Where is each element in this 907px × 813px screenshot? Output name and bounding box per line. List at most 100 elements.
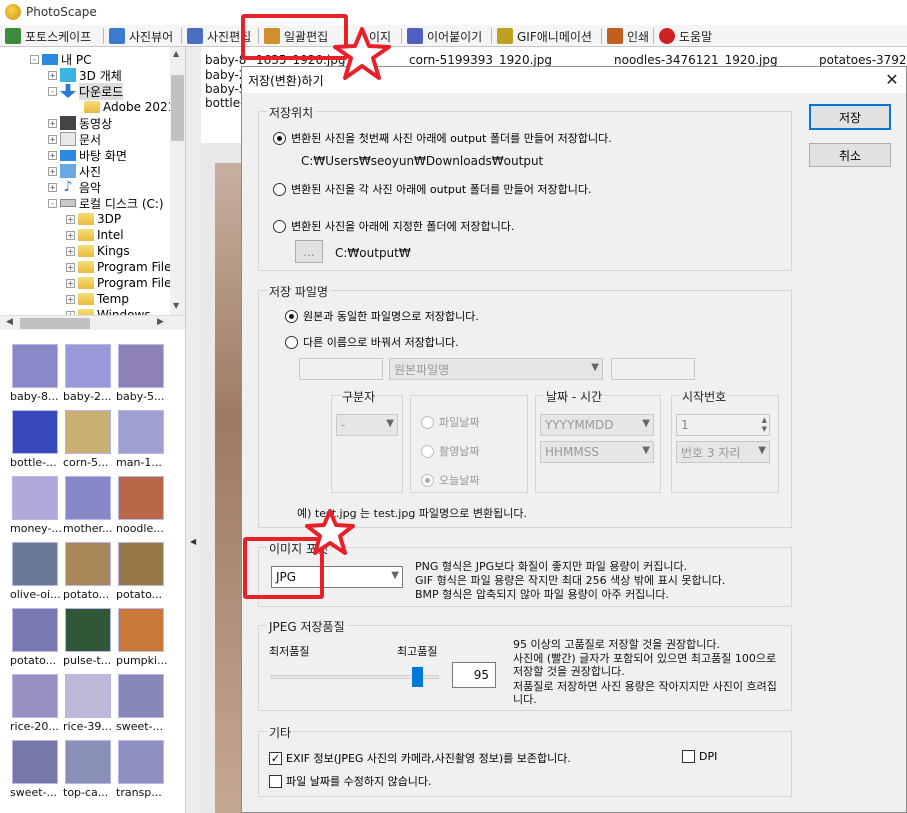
date-option-today[interactable]: 오늘날짜 xyxy=(421,472,479,488)
thumbnail-item[interactable]: baby-2... xyxy=(63,344,113,403)
base-name-combo[interactable]: 원본파일명 ▼ xyxy=(389,358,603,380)
tree-item-videos[interactable]: + 동영상 xyxy=(48,115,112,131)
scroll-thumb[interactable] xyxy=(20,318,90,329)
tree-item-program-files[interactable]: + Program File xyxy=(66,259,172,275)
tree-item-music[interactable]: + ♪ 음악 xyxy=(48,179,101,195)
quality-value-field[interactable]: 95 xyxy=(452,662,496,688)
tab-gif-animation[interactable]: GIF애니메이션 xyxy=(494,25,592,47)
thumbnail-item[interactable]: rice-39... xyxy=(63,674,113,733)
location-option-each-photo[interactable]: 변환된 사진을 각 사진 아래에 output 폴더를 만들어 저장합니다. xyxy=(273,181,592,197)
panel-splitter[interactable]: ◀ xyxy=(185,47,201,813)
tab-photoscape[interactable]: 포토스케이프 xyxy=(2,25,91,47)
tree-item-3dp[interactable]: +3DP xyxy=(66,211,121,227)
thumbnail-item[interactable]: mother... xyxy=(63,476,113,535)
date-option-shot[interactable]: 촬영날짜 xyxy=(421,443,479,459)
collapse-icon[interactable]: - xyxy=(48,86,57,96)
thumbnail-item[interactable]: pulse-t... xyxy=(63,608,113,667)
expand-icon[interactable]: + xyxy=(48,166,57,176)
file-item[interactable]: noodles-3476121_1920.jpg xyxy=(614,53,778,67)
thumbnail-item[interactable]: potato... xyxy=(10,608,60,667)
radio-label: 파일날짜 xyxy=(439,416,480,429)
expand-icon[interactable]: + xyxy=(48,134,57,144)
start-number-stepper[interactable]: 1 ▲ ▼ xyxy=(676,414,770,436)
thumbnail-item[interactable]: top-ca... xyxy=(63,740,113,799)
expand-icon[interactable]: + xyxy=(66,214,75,224)
tree-item-downloads[interactable]: - 다운로드 xyxy=(48,82,124,100)
expand-icon[interactable]: + xyxy=(48,118,57,128)
expand-icon[interactable]: + xyxy=(66,278,75,288)
expand-icon[interactable]: + xyxy=(66,262,75,272)
location-option-first-photo[interactable]: 변환된 사진을 첫번째 사진 아래에 output 폴더를 만들어 저장합니다. xyxy=(273,130,612,146)
thumbnail-item[interactable]: olive-oi... xyxy=(10,542,61,601)
tree-vertical-scrollbar[interactable]: ▲ ▼ xyxy=(170,47,185,317)
thumbnail-image xyxy=(118,542,164,586)
thumbnail-item[interactable]: rice-20... xyxy=(10,674,60,733)
thumbnail-item[interactable]: sweet-... xyxy=(10,740,60,799)
expand-icon[interactable]: + xyxy=(66,294,75,304)
tree-item-documents[interactable]: + 문서 xyxy=(48,131,101,147)
tree-item-pictures[interactable]: + 사진 xyxy=(48,163,101,179)
digits-combo[interactable]: 번호 3 자리 ▼ xyxy=(676,441,770,463)
thumbnail-item[interactable]: money-... xyxy=(10,476,62,535)
spinner-arrows-icon[interactable]: ▲ ▼ xyxy=(762,416,767,434)
scroll-right-icon[interactable]: ▶ xyxy=(157,317,164,327)
file-item[interactable]: bottle- xyxy=(205,96,244,110)
suffix-input[interactable] xyxy=(611,358,695,380)
thumbnail-item[interactable]: man-1... xyxy=(116,410,166,469)
tree-item-3d-objects[interactable]: +3D 개체 xyxy=(48,67,122,83)
thumbnail-item[interactable]: baby-8... xyxy=(10,344,60,403)
quality-slider-thumb[interactable] xyxy=(412,667,424,687)
tab-viewer[interactable]: 사진뷰어 xyxy=(106,25,173,47)
expand-icon[interactable]: + xyxy=(48,70,57,80)
thumbnail-item[interactable]: baby-5... xyxy=(116,344,166,403)
expand-icon[interactable]: + xyxy=(48,182,57,192)
thumbnail-item[interactable]: noodle... xyxy=(116,476,166,535)
location-option-custom-folder[interactable]: 변환된 사진을 아래에 지정한 폴더에 저장합니다. xyxy=(273,218,514,234)
date-format-combo[interactable]: YYYYMMDD ▼ xyxy=(540,414,654,436)
tree-item-intel[interactable]: + Intel xyxy=(66,227,124,243)
scroll-up-icon[interactable]: ▲ xyxy=(173,49,179,58)
expand-icon[interactable]: + xyxy=(66,246,75,256)
thumbnail-item[interactable]: potato... xyxy=(116,542,166,601)
thumbnail-item[interactable]: bottle-... xyxy=(10,410,60,469)
tab-help[interactable]: 도움말 xyxy=(656,25,712,47)
tree-item-adobe[interactable]: Adobe 2021 xyxy=(84,99,175,115)
dpi-checkbox[interactable]: DPI xyxy=(682,750,717,763)
tree-item-program-files-x86[interactable]: + Program File xyxy=(66,275,172,291)
tree-item-kings[interactable]: + Kings xyxy=(66,243,130,259)
filename-option-rename[interactable]: 다른 이름으로 바꿔서 저장합니다. xyxy=(285,334,459,350)
thumbnail-item[interactable]: sweet-... xyxy=(116,674,166,733)
collapse-icon[interactable]: - xyxy=(30,54,39,64)
save-button[interactable]: 저장 xyxy=(809,104,891,130)
thumbnail-item[interactable]: transp... xyxy=(116,740,166,799)
date-option-file[interactable]: 파일날짜 xyxy=(421,414,479,430)
thumbnail-item[interactable]: pumpki... xyxy=(116,608,168,667)
thumbnail-item[interactable]: corn-5... xyxy=(63,410,113,469)
collapse-arrow-icon[interactable]: ◀ xyxy=(190,537,196,546)
tree-item-my-pc[interactable]: - 내 PC xyxy=(30,51,91,67)
close-icon[interactable]: ✕ xyxy=(882,70,902,90)
tree-item-temp[interactable]: + Temp xyxy=(66,291,129,307)
prefix-input[interactable] xyxy=(299,358,383,380)
browse-folder-button[interactable]: ... xyxy=(295,240,323,263)
scroll-down-icon[interactable]: ▼ xyxy=(173,301,179,310)
thumbnail-item[interactable]: potato... xyxy=(63,542,113,601)
expand-icon[interactable]: + xyxy=(48,150,57,160)
scroll-thumb[interactable] xyxy=(171,75,184,141)
expand-icon[interactable]: + xyxy=(66,230,75,240)
tree-horizontal-scrollbar[interactable]: ◀ ▶ xyxy=(0,315,185,330)
time-format-combo[interactable]: HHMMSS ▼ xyxy=(540,441,654,463)
tree-item-desktop[interactable]: + 바탕 화면 xyxy=(48,147,127,163)
scroll-left-icon[interactable]: ◀ xyxy=(6,317,13,327)
cancel-button[interactable]: 취소 xyxy=(809,143,891,167)
tree-item-local-disk[interactable]: - 로컬 디스크 (C:) xyxy=(48,195,164,211)
keep-file-date-checkbox[interactable]: 파일 날짜를 수정하지 않습니다. xyxy=(269,773,432,789)
file-item[interactable]: potatoes-37926 xyxy=(819,53,907,67)
tab-combine[interactable]: 이어붙이기 xyxy=(404,25,482,47)
file-item[interactable]: corn-5199393_1920.jpg xyxy=(409,53,552,67)
separator-combo[interactable]: - ▼ xyxy=(336,414,398,436)
preserve-exif-checkbox[interactable]: ✓ EXIF 정보(JPEG 사진의 카메라,사진촬영 정보)를 보존합니다. xyxy=(269,750,571,766)
filename-option-same[interactable]: 원본과 동일한 파일명으로 저장합니다. xyxy=(285,308,479,324)
tab-print[interactable]: 인쇄 xyxy=(604,25,649,47)
collapse-icon[interactable]: - xyxy=(48,198,57,208)
